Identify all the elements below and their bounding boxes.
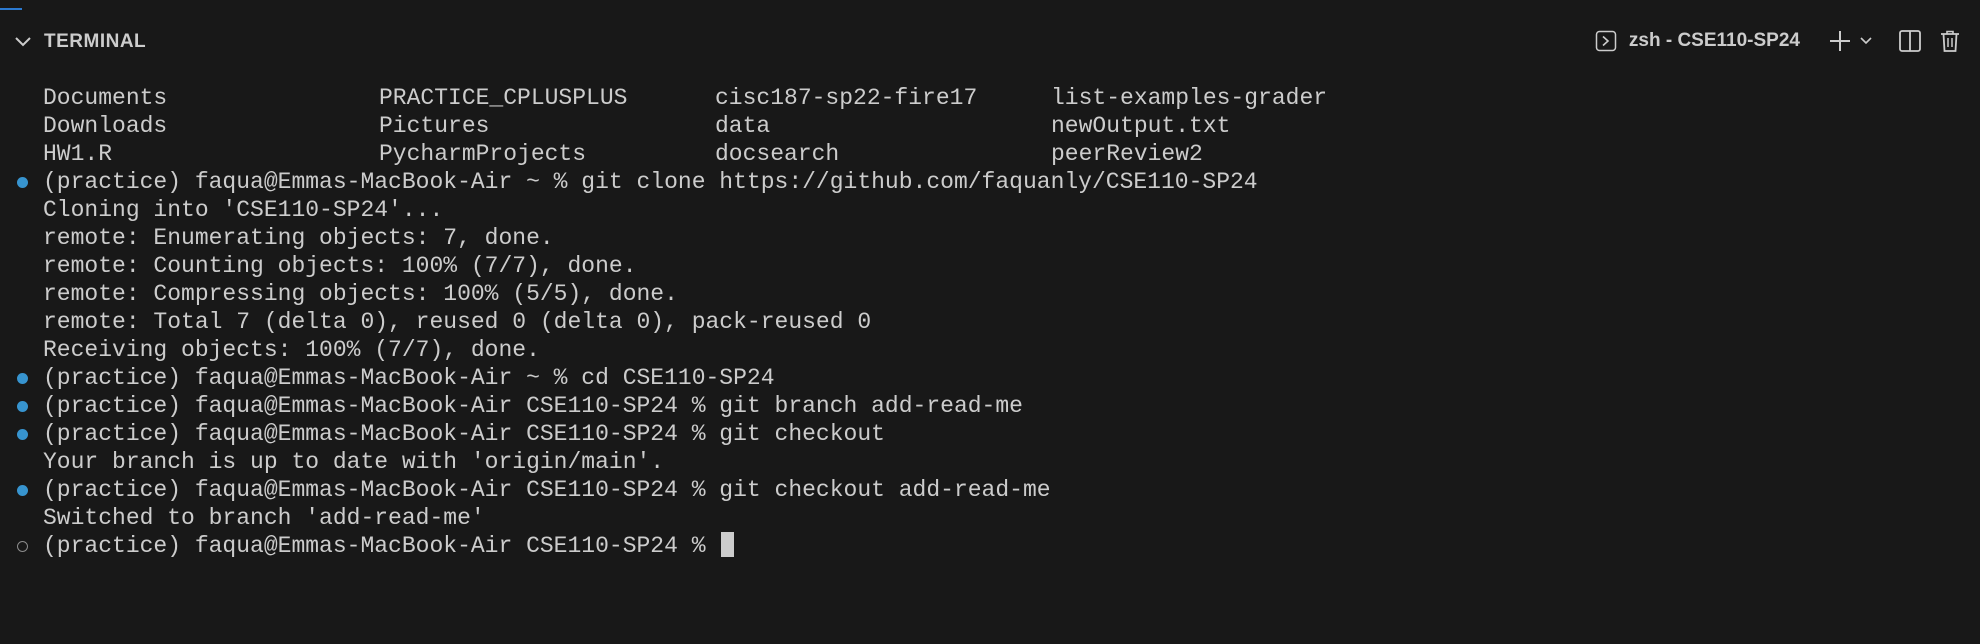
output-line: Cloning into 'CSE110-SP24'... bbox=[0, 196, 1980, 224]
output-line: remote: Total 7 (delta 0), reused 0 (del… bbox=[0, 308, 1980, 336]
output-text: Receiving objects: 100% (7/7), done. bbox=[43, 337, 540, 363]
output-text: remote: Enumerating objects: 7, done. bbox=[43, 225, 554, 251]
cursor bbox=[721, 532, 735, 557]
listing-row: HW1.R PycharmProjects docsearch peerRevi… bbox=[0, 140, 1980, 168]
listing-row: Documents PRACTICE_CPLUSPLUS cisc187-sp2… bbox=[0, 84, 1980, 112]
output-line: Your branch is up to date with 'origin/m… bbox=[0, 448, 1980, 476]
listing-item: HW1.R bbox=[43, 141, 113, 167]
terminal-body[interactable]: Documents PRACTICE_CPLUSPLUS cisc187-sp2… bbox=[0, 62, 1980, 578]
listing-item: cisc187-sp22-fire17 bbox=[715, 85, 978, 111]
trash-icon[interactable] bbox=[1938, 29, 1962, 53]
command-pending-decoration bbox=[17, 541, 28, 552]
output-line: remote: Enumerating objects: 7, done. bbox=[0, 224, 1980, 252]
prompt-input[interactable]: (practice) faqua@Emmas-MacBook-Air CSE11… bbox=[43, 532, 735, 560]
command-success-decoration[interactable] bbox=[17, 485, 28, 496]
output-text: Your branch is up to date with 'origin/m… bbox=[43, 449, 665, 475]
command-success-decoration[interactable] bbox=[17, 177, 28, 188]
listing-item: Downloads bbox=[43, 113, 168, 139]
terminal-actions: zsh - CSE110-SP24 bbox=[1595, 26, 1962, 56]
command-text: (practice) faqua@Emmas-MacBook-Air CSE11… bbox=[43, 393, 1023, 419]
panel-title[interactable]: TERMINAL bbox=[44, 31, 146, 53]
output-line: remote: Compressing objects: 100% (5/5),… bbox=[0, 280, 1980, 308]
command-text: (practice) faqua@Emmas-MacBook-Air ~ % g… bbox=[43, 169, 1258, 195]
listing-row: Downloads Pictures data newOutput.txt bbox=[0, 112, 1980, 140]
active-tab-indicator bbox=[0, 8, 22, 10]
split-terminal-icon[interactable] bbox=[1898, 29, 1922, 53]
output-text: remote: Compressing objects: 100% (5/5),… bbox=[43, 281, 678, 307]
listing-item: Pictures bbox=[379, 113, 490, 139]
listing-item: Documents bbox=[43, 85, 168, 111]
terminal-lines: Documents PRACTICE_CPLUSPLUS cisc187-sp2… bbox=[0, 84, 1980, 560]
listing-item: newOutput.txt bbox=[1051, 113, 1231, 139]
listing-item: docsearch bbox=[715, 141, 840, 167]
command-success-decoration[interactable] bbox=[17, 401, 28, 412]
output-text: Switched to branch 'add-read-me' bbox=[43, 505, 485, 531]
output-line: Receiving objects: 100% (7/7), done. bbox=[0, 336, 1980, 364]
output-text: Cloning into 'CSE110-SP24'... bbox=[43, 197, 444, 223]
command-text: (practice) faqua@Emmas-MacBook-Air CSE11… bbox=[43, 477, 1051, 503]
chevron-down-icon[interactable] bbox=[1858, 33, 1874, 49]
command-text: (practice) faqua@Emmas-MacBook-Air CSE11… bbox=[43, 421, 885, 447]
terminal-icon bbox=[1595, 30, 1617, 52]
terminal-panel-header: TERMINAL zsh - CSE110-SP24 bbox=[0, 20, 1980, 62]
output-text: remote: Counting objects: 100% (7/7), do… bbox=[43, 253, 637, 279]
chevron-down-icon[interactable] bbox=[12, 30, 34, 52]
plus-icon[interactable] bbox=[1828, 29, 1852, 53]
listing-item: PRACTICE_CPLUSPLUS bbox=[379, 85, 628, 111]
listing-item: peerReview2 bbox=[1051, 141, 1203, 167]
command-line: (practice) faqua@Emmas-MacBook-Air ~ % g… bbox=[0, 168, 1980, 196]
command-line: (practice) faqua@Emmas-MacBook-Air CSE11… bbox=[0, 420, 1980, 448]
command-success-decoration[interactable] bbox=[17, 429, 28, 440]
listing-item: data bbox=[715, 113, 771, 139]
command-line: (practice) faqua@Emmas-MacBook-Air ~ % c… bbox=[0, 364, 1980, 392]
prompt-text: (practice) faqua@Emmas-MacBook-Air CSE11… bbox=[43, 533, 720, 559]
terminal-name[interactable]: zsh - CSE110-SP24 bbox=[1629, 30, 1800, 52]
top-strip bbox=[0, 0, 1980, 21]
output-line: remote: Counting objects: 100% (7/7), do… bbox=[0, 252, 1980, 280]
prompt-line[interactable]: (practice) faqua@Emmas-MacBook-Air CSE11… bbox=[0, 532, 1980, 560]
output-text: remote: Total 7 (delta 0), reused 0 (del… bbox=[43, 309, 872, 335]
listing-item: PycharmProjects bbox=[379, 141, 587, 167]
command-success-decoration[interactable] bbox=[17, 373, 28, 384]
command-text: (practice) faqua@Emmas-MacBook-Air ~ % c… bbox=[43, 365, 775, 391]
command-line: (practice) faqua@Emmas-MacBook-Air CSE11… bbox=[0, 392, 1980, 420]
command-line: (practice) faqua@Emmas-MacBook-Air CSE11… bbox=[0, 476, 1980, 504]
listing-item: list-examples-grader bbox=[1051, 85, 1328, 111]
output-line: Switched to branch 'add-read-me' bbox=[0, 504, 1980, 532]
